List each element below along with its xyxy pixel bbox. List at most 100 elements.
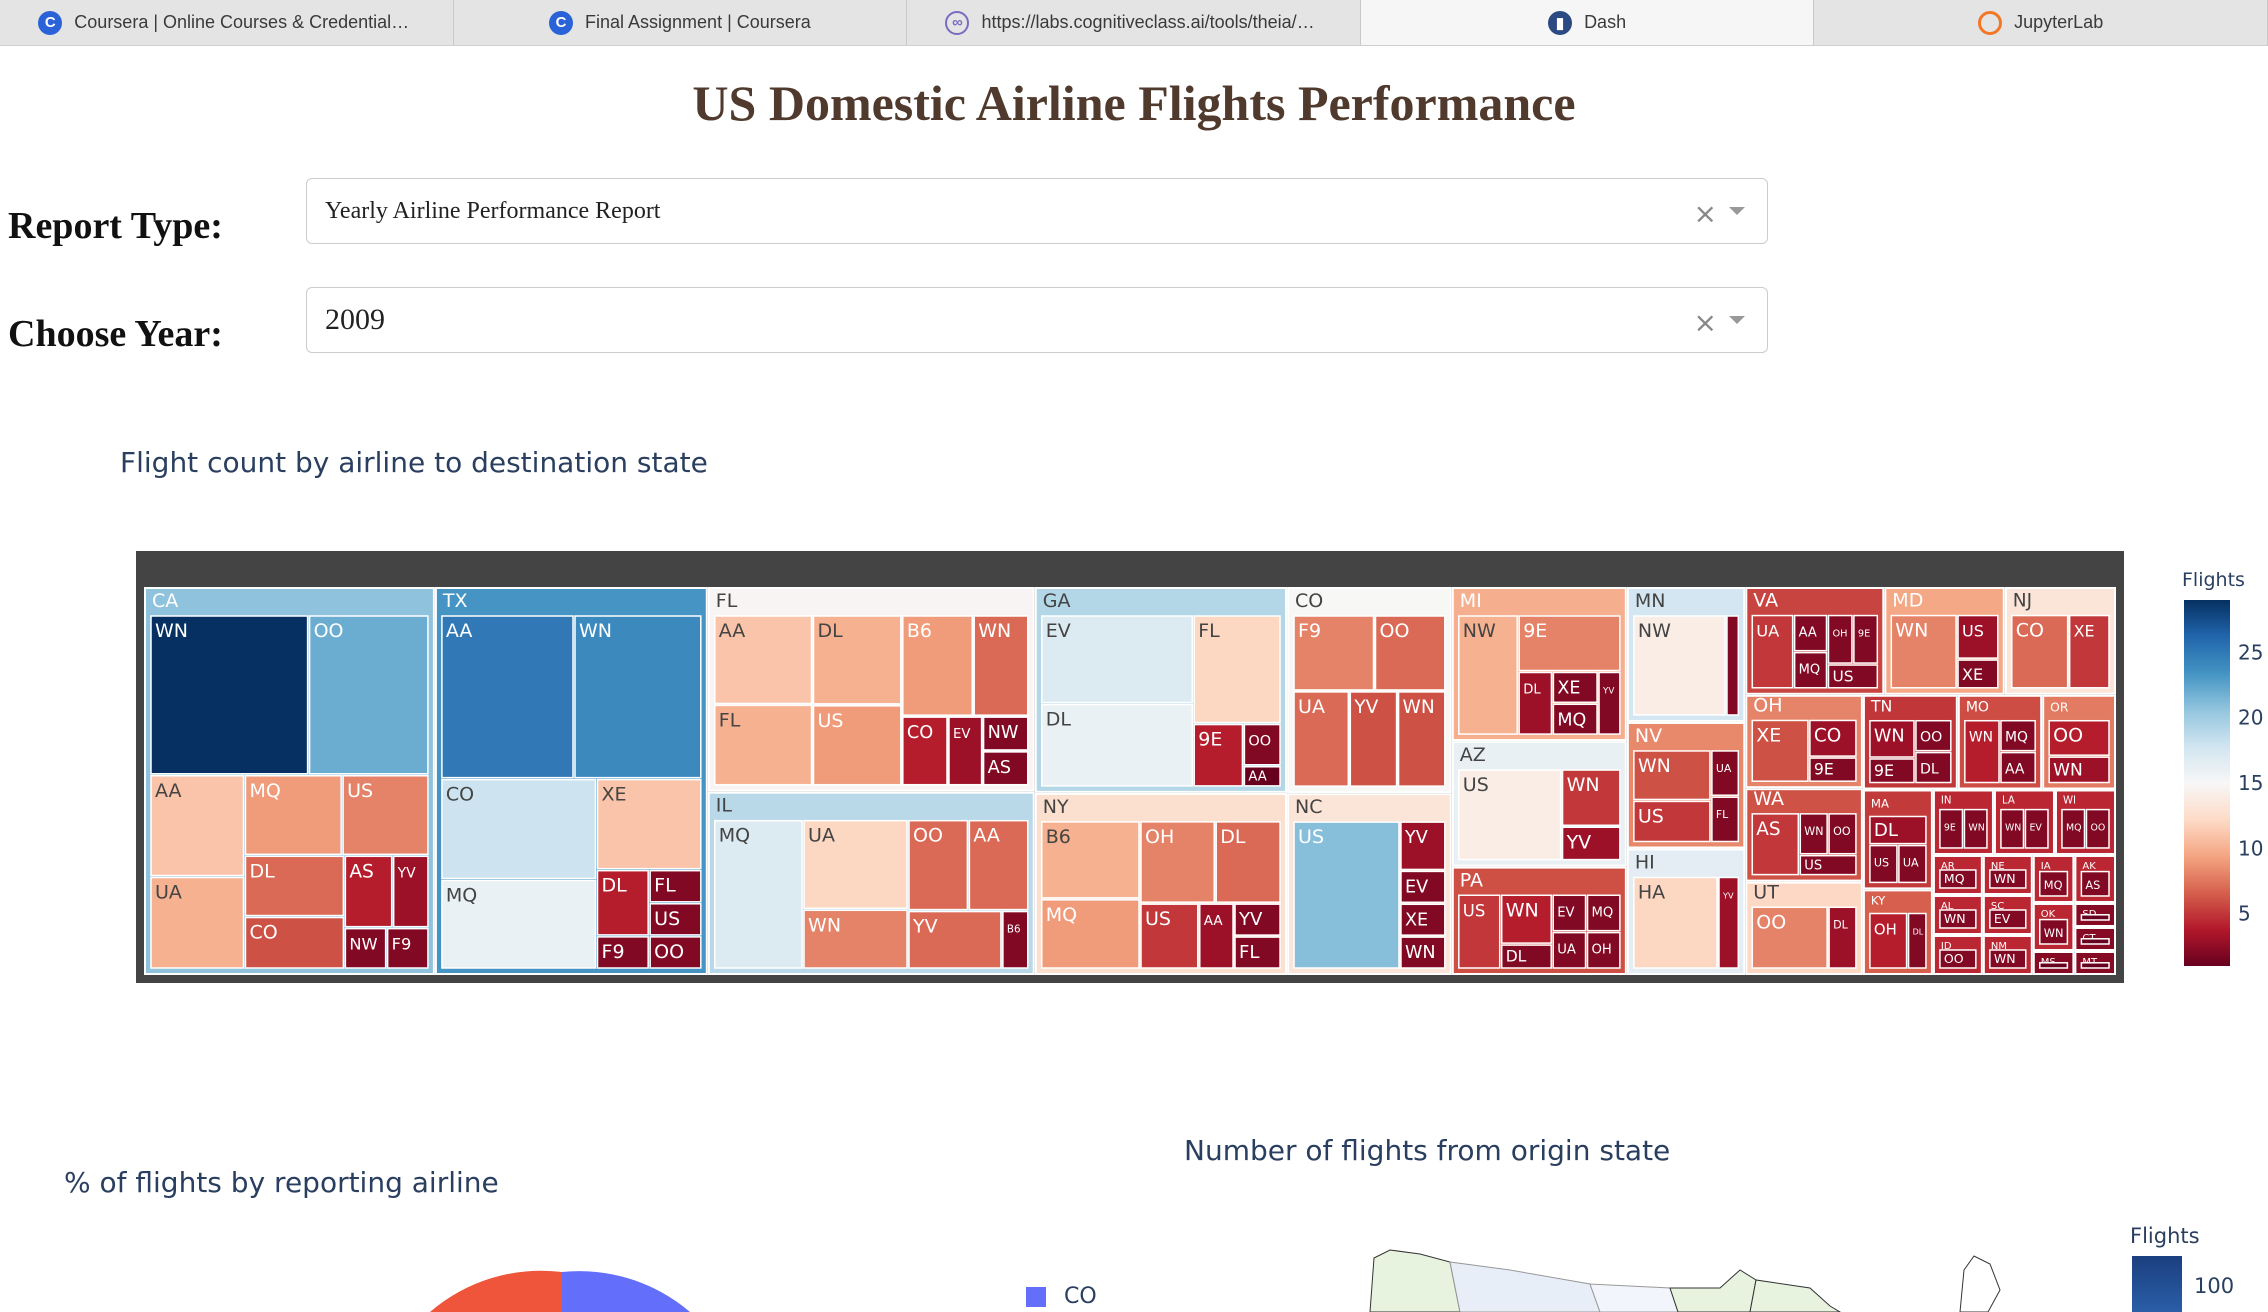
treemap-airline-label: WN [155,620,188,642]
treemap-airline-label: AA [973,825,1000,847]
choropleth-map[interactable] [1360,1240,2020,1312]
treemap-airline-ut-dl[interactable] [1828,906,1857,969]
report-type-dropdown[interactable]: Yearly Airline Performance Report × [306,178,1768,244]
treemap-airline-label: 9E [1858,629,1870,640]
treemap-state-label: AZ [1460,744,1486,766]
treemap-state-ia[interactable]: IA MQ [2032,854,2075,903]
treemap-state-ct[interactable]: CT [2074,926,2117,951]
treemap-state-il[interactable]: IL MQ UA WN OO AA YV B6 [707,791,1035,975]
treemap-state-mo[interactable]: MO WN MQ AA [1957,694,2043,790]
treemap-state-tn[interactable]: TN WN 9E OO DL [1862,694,1958,790]
treemap-state-wi[interactable]: WI MQ OO [2054,789,2117,855]
pie-legend-item-co[interactable]: CO [1026,1284,1097,1309]
treemap-state-ma[interactable]: MA DL US UA [1862,789,1933,890]
map-state-mn[interactable] [1669,1269,1757,1312]
treemap-airline-ct-us[interactable] [2080,938,2110,945]
pie-slice-co[interactable] [562,1271,690,1312]
browser-tab-4[interactable]: ▮ Dash [1360,0,1815,45]
treemap-state-ut[interactable]: UT OO DL [1745,881,1863,975]
treemap-state-in[interactable]: IN 9E WN [1932,789,1994,855]
treemap-state-mi[interactable]: MI NW 9E DL XE MQ YV [1451,587,1627,742]
treemap-state-label: TX [442,590,468,612]
treemap-state-label: KY [1871,894,1886,908]
map-state-wa[interactable] [1369,1249,1461,1312]
treemap-state-label: IA [2041,861,2051,872]
treemap-airline-label: OO [913,825,943,847]
browser-tab-3[interactable]: ∞ https://labs.cognitiveclass.ai/tools/th… [907,0,1361,45]
treemap-airline-label: F9 [392,935,412,954]
treemap-state-ky[interactable]: KY OH DL [1862,889,1933,975]
pie-slice-other[interactable] [430,1270,562,1312]
treemap-state-sd[interactable]: SD [2074,902,2117,927]
treemap-airline-ms-mq[interactable] [2039,962,2069,969]
pie-chart[interactable] [400,1250,740,1312]
treemap-chart[interactable]: CA WN OO AA UA MQ US DL CO AS YV NW F9 TX AA WN CO MQ XE DL… [136,551,2124,983]
treemap-state-az[interactable]: AZ US WN YV [1451,741,1627,867]
pie-chart-title: % of flights by reporting airline [64,1166,499,1199]
treemap-airline-label: WN [1403,697,1435,718]
treemap-airline-label: OO [1833,825,1851,838]
map-colorbar-title: Flights [2130,1224,2200,1248]
treemap-state-va[interactable]: VA UA AA MQ OH 9E US [1745,587,1885,695]
treemap-state-co[interactable]: CO F9 OO UA YV WN [1287,587,1452,794]
treemap-state-ga[interactable]: GA EV DL FL 9E OO AA [1034,587,1288,793]
treemap-state-al[interactable]: ALWN [1932,894,1983,935]
treemap-state-label: OK [2041,909,2056,920]
treemap-state-ak[interactable]: AK AS [2074,854,2117,903]
treemap-airline-label: FL [719,709,741,731]
treemap-state-or[interactable]: OR OO WN [2042,694,2117,790]
browser-tab-2[interactable]: C Final Assignment | Coursera [454,0,908,45]
treemap-state-ca[interactable]: CA WN OO AA UA MQ US DL CO AS YV NW F9 [144,587,435,975]
report-type-chevron-down-icon[interactable] [1729,207,1745,215]
treemap-airline-sd-oo[interactable] [2080,914,2110,921]
year-dropdown[interactable]: 2009 × [306,287,1768,353]
treemap-state-mt[interactable]: MT [2074,950,2117,976]
map-state-mt[interactable] [1449,1261,1601,1312]
treemap-state-label: CO [1295,590,1323,612]
treemap-state-mn[interactable]: MN NW [1626,587,1746,722]
treemap-state-fl[interactable]: FL AA FL DL US B6 WN CO EV NW AS [707,587,1035,792]
treemap-state-label: PA [1460,869,1483,891]
treemap-state-la[interactable]: LA WN EV [1993,789,2055,855]
treemap-airline-label: XE [2074,622,2095,641]
coursera-icon: C [549,10,573,35]
treemap-state-nv[interactable]: NV WN US UA FL [1626,721,1746,849]
treemap-state-ne[interactable]: NEWN [1982,854,2033,895]
map-title: Number of flights from origin state [1184,1134,1671,1167]
treemap-state-label: MO [1966,700,1989,716]
map-state-nd[interactable] [1589,1283,1679,1312]
treemap-state-nc[interactable]: NC US YV EV XE WN [1287,793,1452,975]
treemap-state-nj[interactable]: NJ CO XE [2004,587,2117,695]
treemap-state-ny[interactable]: NY B6 MQ OH DL US AA YV FL [1034,792,1288,975]
year-chevron-down-icon[interactable] [1729,316,1745,324]
treemap-airline-mt-oo[interactable] [2080,962,2110,969]
treemap-state-label: GA [1043,590,1071,612]
treemap-state-id[interactable]: IDOO [1932,934,1983,975]
map-state-me[interactable] [1959,1255,2001,1312]
treemap-airline-label: CO [446,784,474,806]
treemap-state-nm[interactable]: NMWN [1982,934,2033,975]
treemap-state-pa[interactable]: PA US WN DL EV MQ UA OH [1451,866,1627,975]
treemap-state-sc[interactable]: SCEV [1982,894,2033,935]
treemap-state-ok[interactable]: OK WN [2032,902,2075,951]
treemap-airline-ky-dl[interactable] [1907,912,1927,969]
treemap-state-label: NY [1043,796,1069,818]
treemap-state-oh[interactable]: OH XE CO 9E [1745,694,1863,789]
report-type-clear-icon[interactable]: × [1694,197,1717,230]
treemap-state-md[interactable]: MD WN US XE [1884,587,2005,695]
treemap-airline-label: UA [1298,696,1325,718]
treemap-state-ar[interactable]: ARMQ [1932,854,1983,895]
treemap-airline-mi-yv[interactable] [1598,671,1621,735]
treemap-state-hi[interactable]: HI HA YV [1626,848,1746,976]
browser-tab-1[interactable]: C Coursera | Online Courses & Credentials… [0,0,454,45]
browser-tab-5[interactable]: JupyterLab [1814,0,2268,45]
treemap-state-ms[interactable]: MS [2032,950,2075,976]
treemap-airline-il-b6[interactable] [1002,910,1029,969]
treemap-state-wa[interactable]: WA AS WN OO US [1745,788,1863,882]
treemap-airline-label: YV [397,865,417,881]
map-state-wi[interactable] [1749,1279,1841,1312]
treemap-airline-label: MQ [446,884,477,906]
year-clear-icon[interactable]: × [1694,306,1717,339]
treemap-airline-mn-9e[interactable] [1726,615,1740,716]
treemap-state-tx[interactable]: TX AA WN CO MQ XE DL F9 FL US OO [434,587,708,975]
